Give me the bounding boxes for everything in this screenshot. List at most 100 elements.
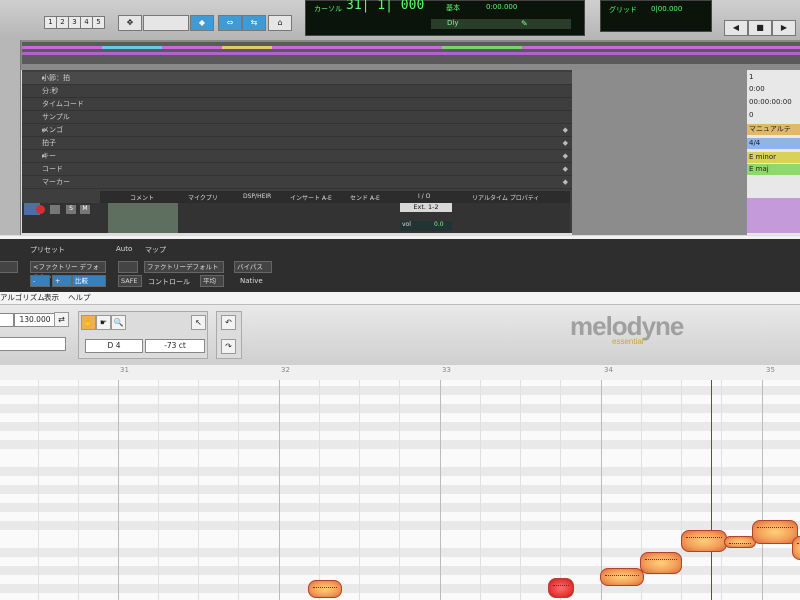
trim-tool-button[interactable]: ⇔	[218, 15, 242, 31]
tempo-field[interactable]: 130.000	[14, 313, 56, 327]
stop-button[interactable]: ■	[748, 20, 772, 36]
bar-line	[440, 380, 441, 600]
beat-line	[721, 380, 722, 600]
ruler-row[interactable]: サンプル	[22, 111, 572, 124]
ruler-value: 0	[749, 111, 754, 119]
tempo-mode-button[interactable]	[0, 313, 14, 327]
input-button[interactable]	[50, 205, 60, 214]
color-bar	[102, 46, 162, 49]
ruler-row[interactable]: 拍子 ◆	[22, 137, 572, 150]
tempo-marker[interactable]: マニュアルテ	[747, 124, 800, 135]
note-blob[interactable]	[792, 536, 800, 560]
note-blob[interactable]	[308, 580, 342, 598]
grid-value[interactable]: 0|00.000	[651, 5, 682, 13]
ruler-row[interactable]: コード ◆	[22, 163, 572, 176]
playhead-line[interactable]	[711, 380, 712, 600]
transport-buttons: ◀ ■ ▶	[720, 0, 800, 36]
compare-button[interactable]: 比較	[72, 275, 106, 287]
hand-tool-icon[interactable]: ☛	[96, 315, 111, 330]
ruler-row[interactable]: ▸ 小節：拍	[22, 72, 572, 85]
key-marker[interactable]: E minor	[747, 152, 800, 163]
undo-icon[interactable]: ↶	[221, 315, 236, 330]
menu-help[interactable]: ヘルプ	[68, 292, 91, 304]
ruler-row[interactable]: タイムコード	[22, 98, 572, 111]
menu-algorithm[interactable]: アルゴリズム	[0, 292, 45, 304]
note-editor-grid[interactable]	[0, 380, 800, 600]
compare-toggle[interactable]	[118, 261, 138, 273]
number-button-5[interactable]: 5	[92, 16, 105, 29]
redo-icon[interactable]: ↷	[221, 339, 236, 354]
ruler-row[interactable]: マーカー ◆	[22, 176, 572, 189]
note-cents-field[interactable]: -73 ct	[145, 339, 205, 353]
plugin-slot-button[interactable]	[0, 261, 18, 273]
volume-field[interactable]: vol 0.0	[400, 221, 452, 231]
note-pitch-field[interactable]: D 4	[85, 339, 143, 353]
chord-marker[interactable]: E maj	[747, 164, 800, 175]
counter-options-strip: Dly ✎	[431, 19, 571, 29]
main-counter: カーソル 31| 1| 000 基本 0:00.000 Dly ✎	[305, 0, 585, 36]
menu-view[interactable]: 表示	[44, 292, 59, 304]
bar-number: 32	[281, 366, 290, 374]
plus-button[interactable]: +	[52, 275, 72, 287]
io-selector[interactable]: Ext. 1-2	[400, 203, 452, 212]
add-icon[interactable]: ◆	[563, 150, 568, 162]
note-blob[interactable]	[752, 520, 798, 544]
zoom-tool-icon[interactable]: 🔍	[111, 315, 126, 330]
bar-number: 33	[442, 366, 451, 374]
edit-timeline-area[interactable]	[572, 70, 747, 235]
add-icon[interactable]: ◆	[563, 176, 568, 188]
blank-field[interactable]	[0, 337, 66, 351]
bypass-button[interactable]: バイパス	[234, 261, 272, 273]
grabber-tool-button[interactable]: ⌂	[268, 15, 292, 31]
note-blob[interactable]	[640, 552, 682, 574]
note-blob[interactable]	[724, 536, 756, 548]
counter-main-value: 31| 1| 000	[346, 0, 425, 13]
note-blob[interactable]	[600, 568, 644, 586]
track-preset-dropdown[interactable]: ファクトリーデフォルト	[144, 261, 224, 273]
undo-redo-group: ↶ ↷	[216, 311, 242, 359]
pitch-lane	[0, 584, 800, 593]
map-label: マップ	[145, 246, 166, 254]
solo-button[interactable]: S	[66, 205, 76, 214]
ruler-row[interactable]: ▸ メンゴ ◆	[22, 124, 572, 137]
track-list-column[interactable]	[0, 40, 21, 235]
timeline-ruler[interactable]: 31 32 33 34 35	[0, 365, 800, 381]
meter-marker[interactable]: 4/4	[747, 138, 800, 149]
bar-number: 31	[120, 366, 129, 374]
ruler-row-label: マーカー	[42, 178, 70, 186]
zoom-bar[interactable]	[143, 15, 189, 31]
volume-label: vol	[402, 221, 411, 228]
mute-button[interactable]: M	[80, 205, 90, 214]
ruler-row[interactable]: ▸ キー ◆	[22, 150, 572, 163]
color-bar	[22, 52, 800, 55]
preset-dropdown[interactable]: <ファクトリー デフォルト>	[30, 261, 106, 281]
add-icon[interactable]: ◆	[563, 124, 568, 136]
forward-button[interactable]: ▶	[772, 20, 796, 36]
note-blob-selected[interactable]	[548, 578, 574, 598]
pencil-icon[interactable]: ✎	[521, 19, 528, 28]
grid-tool-button[interactable]: ◆	[190, 15, 214, 31]
tempo-sync-icon[interactable]: ⇄	[54, 312, 69, 327]
header-comment: コメント	[130, 195, 155, 202]
minus-button[interactable]: -	[30, 275, 50, 287]
rewind-button[interactable]: ◀	[724, 20, 748, 36]
preset-label: プリセット	[30, 246, 65, 254]
average-button[interactable]: 平均	[200, 275, 224, 287]
ruler-row[interactable]: 分:秒	[22, 85, 572, 98]
comment-field[interactable]	[108, 203, 178, 233]
note-blob[interactable]	[681, 530, 727, 552]
record-button[interactable]	[36, 205, 45, 214]
header-inserts: インサート A-E	[290, 195, 332, 202]
bar-line	[118, 380, 119, 600]
header-dsp: DSP/HEIR	[243, 193, 272, 200]
safe-button[interactable]: SAFE	[118, 275, 142, 287]
pitch-tool-icon[interactable]: ✋	[81, 315, 96, 330]
add-icon[interactable]: ◆	[563, 163, 568, 175]
selector-tool-button[interactable]: ⇆	[242, 15, 266, 31]
beat-line	[319, 380, 320, 600]
pointer-tool-icon[interactable]: ↖	[191, 315, 206, 330]
plugin-header: プリセット Auto マップ <ファクトリー デフォルト> ファクトリーデフォル…	[0, 236, 800, 295]
move-tool-button[interactable]: ✥	[118, 15, 142, 31]
add-icon[interactable]: ◆	[563, 137, 568, 149]
audio-region[interactable]	[747, 198, 800, 233]
